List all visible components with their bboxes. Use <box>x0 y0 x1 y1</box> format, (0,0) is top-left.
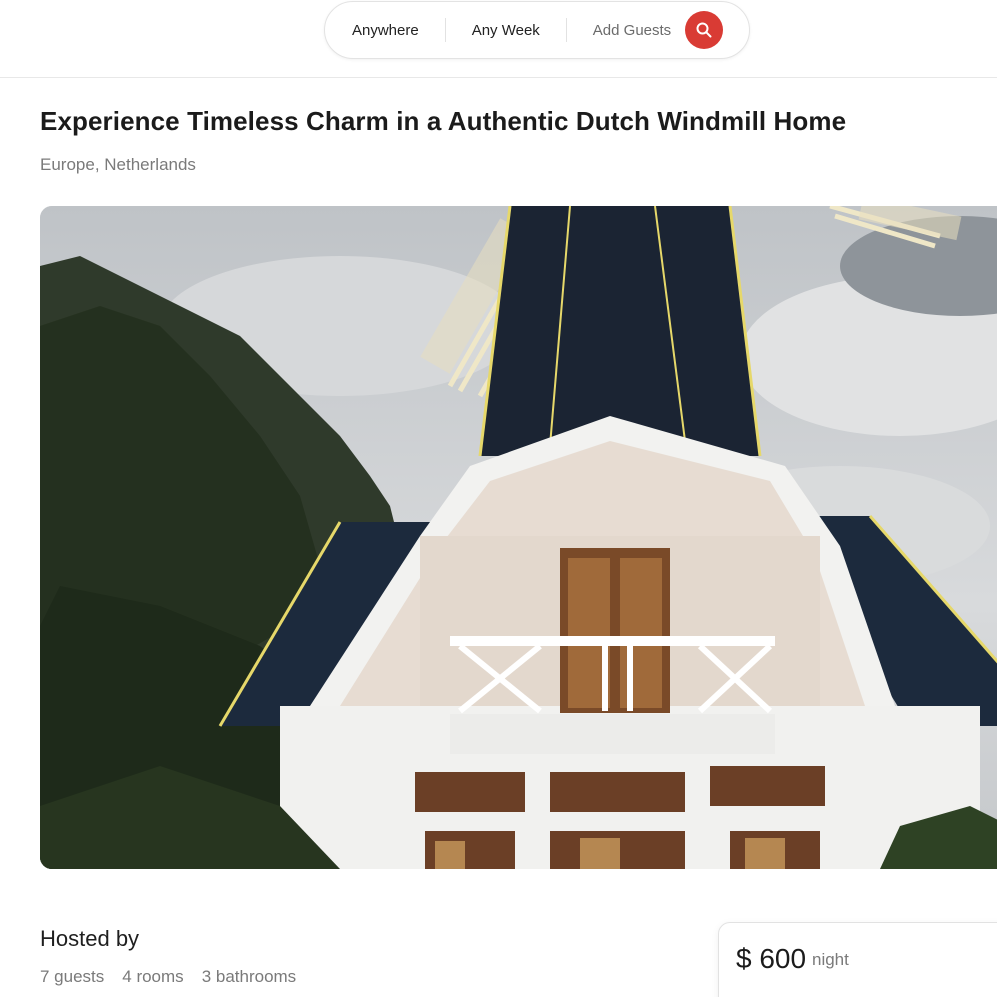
search-bar[interactable]: Anywhere Any Week Add Guests <box>324 1 750 59</box>
hosted-by-heading: Hosted by <box>40 926 140 951</box>
listing-location: Europe, Netherlands <box>40 155 196 174</box>
search-where-button[interactable]: Anywhere <box>325 22 445 39</box>
price-unit: night <box>812 950 849 969</box>
listing-title: Experience Timeless Charm in a Authentic… <box>40 106 847 136</box>
bathrooms-count: 3 bathrooms <box>201 967 297 986</box>
search-guests-button[interactable]: Add Guests <box>567 22 683 39</box>
guests-count: 7 guests <box>40 967 105 986</box>
search-when-button[interactable]: Any Week <box>446 22 566 39</box>
price-per-night: $ 600 <box>736 943 807 974</box>
windmill-house-photo <box>40 206 997 869</box>
search-icon <box>696 22 712 38</box>
search-submit-button[interactable] <box>685 11 724 49</box>
booking-card: $ 600 night <box>718 922 997 997</box>
top-header: Anywhere Any Week Add Guests <box>0 0 997 78</box>
listing-stats: 7 guests 4 rooms 3 bathrooms <box>40 967 296 987</box>
listing-photo[interactable] <box>40 206 997 869</box>
rooms-count: 4 rooms <box>122 967 184 986</box>
